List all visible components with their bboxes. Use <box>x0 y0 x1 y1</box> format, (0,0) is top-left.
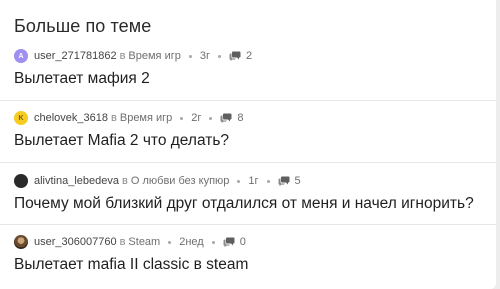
comments-icon <box>223 237 235 247</box>
avatar[interactable] <box>14 235 28 249</box>
dot-separator-icon <box>217 54 221 58</box>
topic-link[interactable]: Steam <box>128 236 160 248</box>
post-meta: alivtina_lebedeva в О любви без купюр 1г… <box>14 173 301 189</box>
comments-count: 0 <box>239 236 246 248</box>
username-link[interactable]: user_306007760 <box>34 236 117 248</box>
post-title-link[interactable]: Вылетает Mafia 2 что делать? <box>14 132 229 150</box>
post-title-link[interactable]: Почему мой близкий друг отдалился от мен… <box>14 195 474 213</box>
username-link[interactable]: user_271781862 <box>34 50 117 62</box>
avatar[interactable]: K <box>14 111 28 125</box>
divider <box>0 224 496 225</box>
dot-separator-icon <box>168 240 172 244</box>
dot-separator-icon <box>209 116 213 120</box>
section-title: Больше по теме <box>14 16 152 36</box>
comments-count: 8 <box>237 112 244 124</box>
username-link[interactable]: alivtina_lebedeva <box>34 175 119 187</box>
dot-separator-icon <box>266 179 270 183</box>
post-item[interactable]: alivtina_lebedeva в О любви без купюр 1г… <box>0 173 496 235</box>
more-on-topic-card: Больше по теме A user_271781862 в Время … <box>0 0 496 289</box>
comments-count: 2 <box>245 50 253 62</box>
comments-icon <box>278 176 290 186</box>
username-link[interactable]: chelovek_3618 <box>34 112 108 124</box>
post-item[interactable]: user_306007760 в Steam 2нед 0 Вылетает m… <box>0 234 496 289</box>
comments-count: 5 <box>294 175 301 187</box>
post-age: 1г <box>248 175 259 187</box>
post-title-link[interactable]: Вылетает mafia II classic в steam <box>14 256 248 274</box>
avatar[interactable]: A <box>14 49 28 63</box>
comments-icon <box>229 51 241 61</box>
in-word: в <box>119 236 126 248</box>
divider <box>0 162 496 163</box>
in-word: в <box>111 112 117 124</box>
comments-icon <box>220 113 232 123</box>
dot-separator-icon <box>180 116 184 120</box>
post-age: 2г <box>191 112 202 124</box>
dot-separator-icon <box>237 179 241 183</box>
topic-link[interactable]: О любви без купюр <box>131 175 230 187</box>
dot-separator-icon <box>211 240 215 244</box>
post-age: 2нед <box>179 236 204 248</box>
avatar[interactable] <box>14 174 28 188</box>
divider <box>0 100 496 101</box>
in-word: в <box>122 175 128 187</box>
topic-link[interactable]: Время игр <box>128 50 180 62</box>
post-meta: K chelovek_3618 в Время игр 2г 8 <box>14 110 244 126</box>
post-age: 3г <box>199 50 210 62</box>
topic-link[interactable]: Время игр <box>120 112 172 124</box>
post-meta: A user_271781862 в Время игр 3г 2 <box>14 48 252 64</box>
dot-separator-icon <box>188 54 192 58</box>
post-title-link[interactable]: Вылетает мафия 2 <box>14 70 150 88</box>
post-meta: user_306007760 в Steam 2нед 0 <box>14 234 246 250</box>
in-word: в <box>119 50 126 62</box>
